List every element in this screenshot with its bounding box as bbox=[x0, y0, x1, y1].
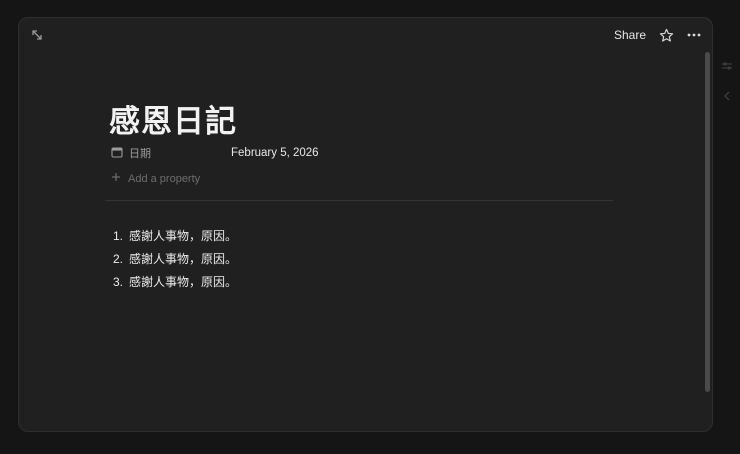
add-property-button[interactable]: Add a property bbox=[111, 172, 200, 185]
plus-icon bbox=[111, 172, 121, 185]
property-label-text: 日期 bbox=[129, 147, 151, 160]
numbered-list: 1. 感謝人事物，原因。 2. 感謝人事物，原因。 3. 感謝人事物，原因。 bbox=[113, 224, 237, 293]
list-item[interactable]: 3. 感謝人事物，原因。 bbox=[113, 270, 237, 293]
page-title[interactable]: 感恩日記 bbox=[109, 96, 237, 141]
expand-arrows-icon[interactable] bbox=[29, 27, 45, 43]
list-item-number: 1. bbox=[113, 228, 124, 243]
list-item-text[interactable]: 感謝人事物，原因。 bbox=[129, 250, 237, 267]
settings-sliders-icon[interactable] bbox=[720, 60, 734, 74]
list-item-text[interactable]: 感謝人事物，原因。 bbox=[129, 227, 237, 244]
chevron-left-icon[interactable] bbox=[720, 90, 734, 104]
list-item[interactable]: 2. 感謝人事物，原因。 bbox=[113, 247, 237, 270]
page-peek-modal: Share 感恩日記 日期 February 5, 2026 Add a pro… bbox=[18, 17, 713, 432]
list-item-number: 2. bbox=[113, 251, 124, 266]
calendar-icon bbox=[111, 146, 123, 161]
property-label: 日期 bbox=[111, 145, 231, 161]
divider bbox=[105, 200, 613, 201]
property-row-date[interactable]: 日期 February 5, 2026 bbox=[111, 144, 611, 162]
property-value-date[interactable]: February 5, 2026 bbox=[231, 147, 319, 159]
list-item-text[interactable]: 感謝人事物，原因。 bbox=[129, 273, 237, 290]
list-item-number: 3. bbox=[113, 274, 124, 289]
add-property-label: Add a property bbox=[128, 172, 201, 185]
scrollbar[interactable] bbox=[705, 52, 710, 392]
more-dots-icon[interactable] bbox=[686, 27, 702, 43]
topbar-actions: Share bbox=[614, 25, 702, 45]
share-button[interactable]: Share bbox=[614, 28, 646, 42]
star-icon[interactable] bbox=[658, 27, 674, 43]
list-item[interactable]: 1. 感謝人事物，原因。 bbox=[113, 224, 237, 247]
